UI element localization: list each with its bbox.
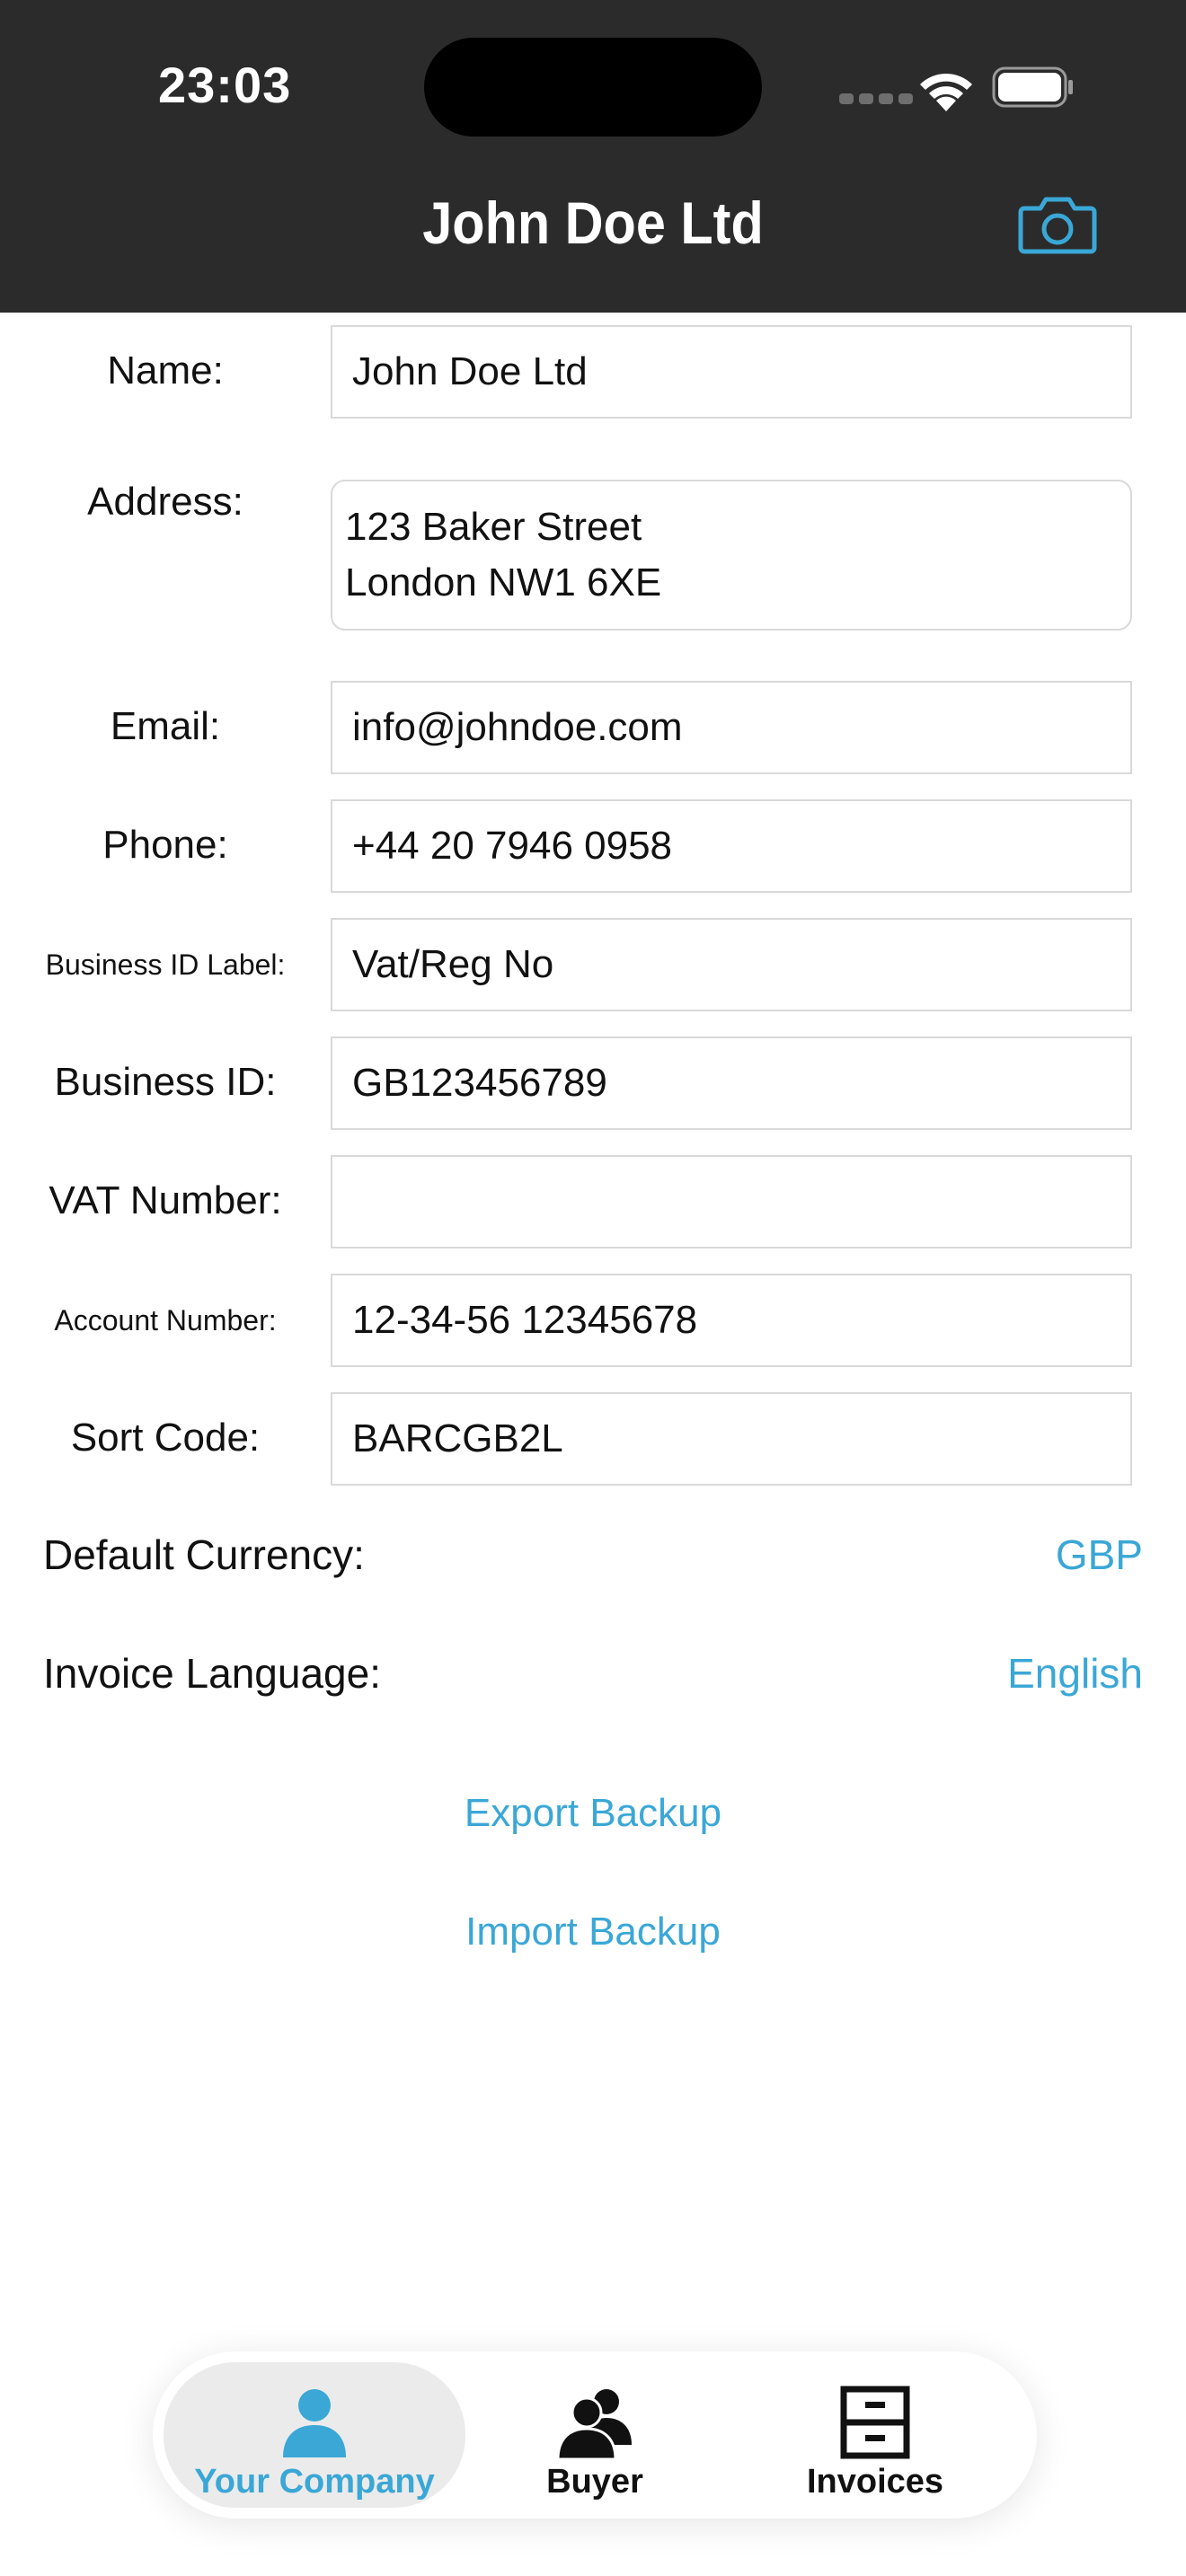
page-title: John Doe Ltd [422, 190, 764, 256]
vat-number-label: VAT Number: [49, 1178, 282, 1222]
name-field[interactable]: John Doe Ltd [331, 325, 1132, 419]
tab-label-your-company: Your Company [194, 2463, 435, 2501]
name-label: Name: [107, 348, 224, 393]
business-id-label-label: Business ID Label: [45, 948, 286, 981]
tab-label-invoices: Invoices [806, 2463, 944, 2501]
wifi-icon [920, 73, 972, 111]
tab-your-company[interactable]: Your Company [164, 2362, 465, 2508]
header-bar: 23:03 John Doe Ltd [0, 0, 1186, 313]
business-id-label: Business ID: [54, 1060, 277, 1104]
email-label: Email: [110, 704, 221, 748]
status-time: 23:03 [158, 57, 292, 113]
invoice-language-row[interactable]: Invoice Language: English [43, 1649, 1143, 1721]
default-currency-value[interactable]: GBP [1056, 1531, 1143, 1579]
export-backup-button[interactable]: Export Backup [0, 1791, 1186, 1836]
tab-bar: Your Company Buyer Invoices [153, 2351, 1037, 2519]
phone-label: Phone: [102, 823, 228, 867]
address-line-1: 123 Baker Street [345, 505, 642, 549]
tab-invoices[interactable]: Invoices [724, 2362, 1026, 2508]
account-number-label: Account Number: [54, 1304, 277, 1337]
tab-label-buyer: Buyer [546, 2463, 643, 2501]
battery-icon [992, 66, 1073, 108]
tab-buyer[interactable]: Buyer [444, 2362, 746, 2508]
camera-icon[interactable] [1017, 192, 1098, 255]
import-backup-button[interactable]: Import Backup [0, 1910, 1186, 1954]
account-number-field[interactable]: 12-34-56 12345678 [331, 1274, 1132, 1367]
address-field[interactable]: 123 Baker Street London NW1 6XE [331, 480, 1132, 631]
file-cabinet-icon [840, 2386, 910, 2459]
cellular-signal-icon [839, 93, 913, 104]
dynamic-island [424, 38, 762, 137]
invoice-language-value[interactable]: English [1007, 1649, 1143, 1698]
business-id-field[interactable]: GB123456789 [331, 1037, 1132, 1130]
person-icon [283, 2389, 346, 2457]
address-line-2: London NW1 6XE [345, 560, 662, 604]
vat-number-field[interactable] [331, 1155, 1132, 1248]
people-icon [556, 2389, 632, 2459]
sort-code-field[interactable]: BARCGB2L [331, 1392, 1132, 1486]
default-currency-row[interactable]: Default Currency: GBP [43, 1531, 1143, 1602]
phone-field[interactable]: +44 20 7946 0958 [331, 799, 1132, 893]
email-field[interactable]: info@johndoe.com [331, 681, 1132, 774]
address-label: Address: [87, 480, 243, 524]
sort-code-label: Sort Code: [70, 1416, 261, 1460]
default-currency-label: Default Currency: [43, 1531, 365, 1578]
business-id-label-field[interactable]: Vat/Reg No [331, 918, 1132, 1011]
invoice-language-label: Invoice Language: [43, 1650, 381, 1697]
